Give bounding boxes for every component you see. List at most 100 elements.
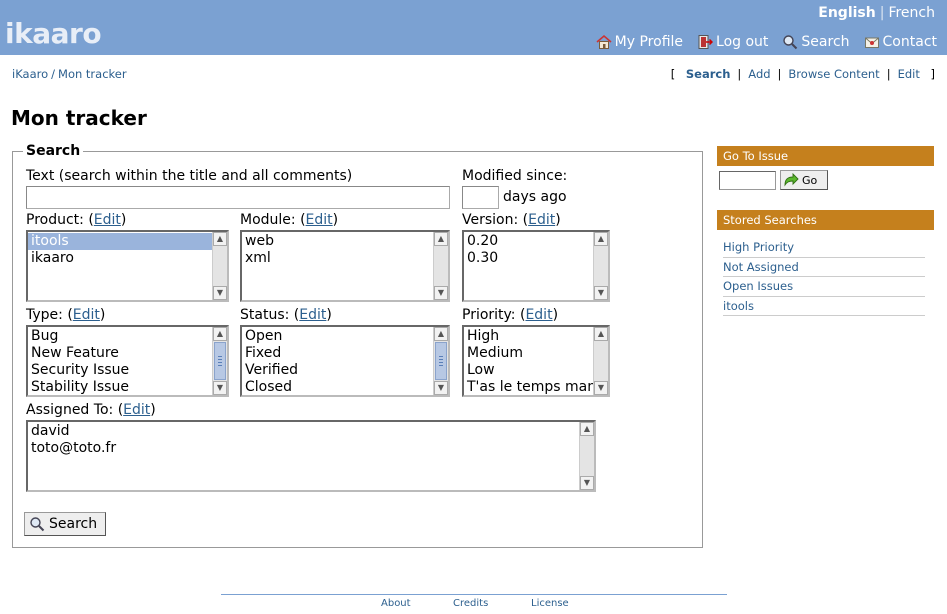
modified-since-label: Modified since:	[462, 168, 568, 184]
scroll-down-arrow-icon[interactable]: ▼	[434, 286, 448, 300]
scroll-up-arrow-icon[interactable]: ▲	[434, 232, 448, 246]
priority-edit-link[interactable]: Edit	[525, 307, 552, 323]
assigned-option-toto[interactable]: toto@toto.fr	[28, 440, 579, 457]
status-edit-link[interactable]: Edit	[299, 307, 326, 323]
scroll-up-arrow-icon[interactable]: ▲	[213, 327, 227, 341]
scroll-up-arrow-icon[interactable]: ▲	[594, 327, 608, 341]
stored-search-open-issues[interactable]: Open Issues	[723, 279, 793, 293]
footer-credits-link[interactable]: Credits	[453, 598, 531, 609]
priority-option-tas-le-temps[interactable]: T'as le temps man	[464, 379, 593, 395]
scroll-down-arrow-icon[interactable]: ▼	[580, 476, 594, 490]
goto-issue-input[interactable]	[719, 171, 776, 190]
scroll-down-arrow-icon[interactable]: ▼	[594, 381, 608, 395]
modified-since-input[interactable]	[462, 186, 499, 209]
status-label-text: Status:	[240, 307, 290, 323]
footer-divider	[221, 594, 727, 595]
assigned-to-scrollbar[interactable]: ▲ ▼	[579, 422, 594, 490]
language-separator: |	[879, 5, 885, 21]
product-edit-link[interactable]: Edit	[94, 212, 121, 228]
status-listbox[interactable]: Open Fixed Verified Closed ▲ ▼	[240, 325, 450, 397]
stored-search-itools[interactable]: itools	[723, 299, 754, 313]
type-option-new-feature[interactable]: New Feature	[28, 345, 212, 362]
stored-search-not-assigned[interactable]: Not Assigned	[723, 260, 799, 274]
close-paren: )	[120, 212, 127, 228]
module-option-web[interactable]: web	[242, 233, 433, 250]
scroll-down-arrow-icon[interactable]: ▼	[594, 286, 608, 300]
version-option-0-20[interactable]: 0.20	[464, 233, 593, 250]
language-french[interactable]: French	[888, 5, 935, 21]
product-option-itools[interactable]: itools	[28, 233, 212, 250]
scroll-thumb[interactable]	[435, 342, 447, 380]
version-listbox[interactable]: 0.20 0.30 ▲ ▼	[462, 230, 610, 302]
status-option-closed[interactable]: Closed	[242, 379, 433, 395]
close-paren: )	[150, 402, 156, 418]
nav-contact[interactable]: Contact	[864, 34, 937, 50]
scroll-up-arrow-icon[interactable]: ▲	[213, 232, 227, 246]
priority-option-medium[interactable]: Medium	[464, 345, 593, 362]
nav-search[interactable]: Search	[782, 34, 850, 50]
language-english[interactable]: English	[818, 5, 875, 21]
actions-separator: |	[777, 67, 782, 81]
search-fieldset: Search Text (search within the title and…	[12, 143, 703, 548]
product-option-ikaaro[interactable]: ikaaro	[28, 250, 212, 267]
scroll-down-arrow-icon[interactable]: ▼	[213, 381, 227, 395]
priority-option-low[interactable]: Low	[464, 362, 593, 379]
type-option-bug[interactable]: Bug	[28, 328, 212, 345]
go-button[interactable]: Go	[780, 170, 828, 190]
product-scrollbar[interactable]: ▲ ▼	[212, 232, 227, 300]
scroll-thumb[interactable]	[214, 342, 226, 380]
status-option-open[interactable]: Open	[242, 328, 433, 345]
type-scrollbar[interactable]: ▲ ▼	[212, 327, 227, 395]
text-search-input[interactable]	[26, 186, 450, 209]
type-option-security-issue[interactable]: Security Issue	[28, 362, 212, 379]
product-listbox[interactable]: itools ikaaro ▲ ▼	[26, 230, 229, 302]
stored-search-high-priority[interactable]: High Priority	[723, 240, 794, 254]
scroll-up-arrow-icon[interactable]: ▲	[580, 422, 594, 436]
nav-log-out[interactable]: Log out	[697, 34, 768, 50]
type-edit-link[interactable]: Edit	[73, 307, 100, 323]
status-option-verified[interactable]: Verified	[242, 362, 433, 379]
action-browse-content[interactable]: Browse Content	[788, 67, 879, 81]
breadcrumb-current[interactable]: Mon tracker	[58, 67, 127, 81]
priority-option-high[interactable]: High	[464, 328, 593, 345]
assigned-to-edit-link[interactable]: Edit	[123, 402, 150, 418]
type-listbox[interactable]: Bug New Feature Security Issue Stability…	[26, 325, 229, 397]
scroll-down-arrow-icon[interactable]: ▼	[213, 286, 227, 300]
actions-open-bracket: [	[670, 67, 676, 81]
listbox-options: 0.20 0.30	[464, 233, 593, 300]
module-scrollbar[interactable]: ▲ ▼	[433, 232, 448, 300]
scroll-up-arrow-icon[interactable]: ▲	[434, 327, 448, 341]
priority-listbox[interactable]: High Medium Low T'as le temps man ▲ ▼	[462, 325, 610, 397]
type-option-stability-issue[interactable]: Stability Issue	[28, 379, 212, 395]
priority-scrollbar[interactable]: ▲ ▼	[593, 327, 608, 395]
nav-label: Contact	[882, 34, 937, 50]
nav-my-profile[interactable]: My Profile	[596, 34, 683, 50]
version-scrollbar[interactable]: ▲ ▼	[593, 232, 608, 300]
assigned-option-david[interactable]: david	[28, 423, 579, 440]
action-add[interactable]: Add	[748, 67, 770, 81]
module-option-xml[interactable]: xml	[242, 250, 433, 267]
nav-label: Search	[801, 34, 850, 50]
contact-icon	[864, 37, 879, 48]
product-label: Product: (Edit)	[26, 212, 126, 229]
search-submit-button[interactable]: Search	[24, 512, 107, 536]
status-option-fixed[interactable]: Fixed	[242, 345, 433, 362]
site-logo[interactable]: ikaaro	[5, 17, 102, 51]
search-icon	[30, 517, 45, 532]
content-actions: [ Search | Add | Browse Content | Edit ]	[671, 67, 935, 81]
footer: About Credits License	[381, 598, 569, 609]
scroll-up-arrow-icon[interactable]: ▲	[594, 232, 608, 246]
status-scrollbar[interactable]: ▲ ▼	[433, 327, 448, 395]
scroll-down-arrow-icon[interactable]: ▼	[434, 381, 448, 395]
breadcrumb-root[interactable]: iKaaro	[12, 67, 48, 81]
version-option-0-30[interactable]: 0.30	[464, 250, 593, 267]
action-search[interactable]: Search	[686, 67, 731, 81]
action-edit[interactable]: Edit	[898, 67, 920, 81]
footer-about-link[interactable]: About	[381, 598, 453, 609]
module-edit-link[interactable]: Edit	[306, 212, 333, 228]
assigned-to-listbox[interactable]: david toto@toto.fr ▲ ▼	[26, 420, 596, 492]
module-listbox[interactable]: web xml ▲ ▼	[240, 230, 450, 302]
version-edit-link[interactable]: Edit	[528, 212, 555, 228]
footer-license-link[interactable]: License	[531, 598, 569, 609]
home-icon	[596, 34, 612, 49]
